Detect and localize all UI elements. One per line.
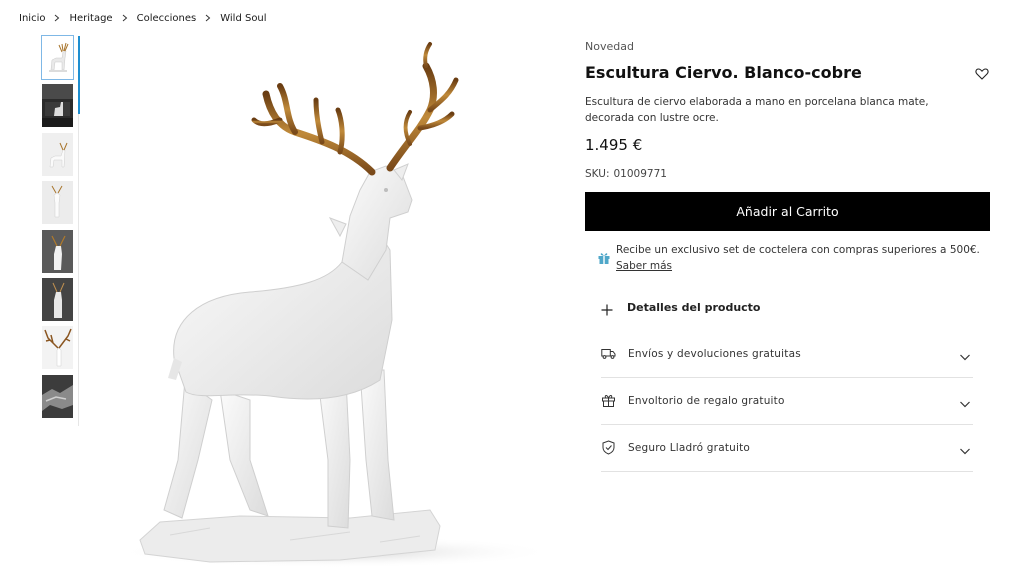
shield-icon — [601, 440, 616, 455]
breadcrumb: Inicio Heritage Colecciones Wild Soul — [19, 12, 267, 24]
accordion-gift-wrap[interactable]: Envoltorio de regalo gratuito — [601, 377, 973, 425]
accordion-shipping-label: Envíos y devoluciones gratuitas — [628, 347, 801, 360]
breadcrumb-wild-soul[interactable]: Wild Soul — [220, 13, 266, 24]
add-to-cart-button[interactable]: Añadir al Carrito — [585, 192, 990, 231]
truck-icon — [601, 346, 616, 361]
product-price: 1.495 € — [585, 136, 643, 154]
product-image[interactable] — [90, 40, 580, 568]
product-details-toggle[interactable]: Detalles del producto — [601, 298, 973, 316]
thumb-antler-detail[interactable] — [42, 326, 73, 369]
thumb-deer-head-dark[interactable] — [42, 278, 73, 321]
thumb-deer-side[interactable] — [42, 133, 73, 176]
thumb-deer-dark-bg[interactable] — [42, 230, 73, 273]
chevron-down-icon — [959, 395, 971, 407]
product-details-label: Detalles del producto — [627, 300, 761, 314]
thumb-white-deer[interactable] — [41, 35, 74, 80]
plus-icon — [601, 301, 613, 316]
gift-icon — [601, 393, 616, 408]
new-badge: Novedad — [585, 40, 634, 53]
sku-label: SKU: — [585, 168, 610, 180]
thumb-deer-front[interactable] — [42, 181, 73, 224]
accordion-gift-wrap-label: Envoltorio de regalo gratuito — [628, 394, 785, 407]
chevron-down-icon — [959, 442, 971, 454]
chevron-right-icon — [120, 12, 130, 24]
gift-icon — [597, 251, 611, 265]
promo-text: Recibe un exclusivo set de coctelera con… — [616, 244, 980, 256]
sku-value: 01009771 — [613, 168, 667, 180]
breadcrumb-colecciones[interactable]: Colecciones — [137, 13, 197, 24]
accordion-shipping[interactable]: Envíos y devoluciones gratuitas — [601, 330, 973, 378]
chevron-down-icon — [959, 348, 971, 360]
thumb-dark-room[interactable] — [42, 84, 73, 127]
promo-learn-more-link[interactable]: Saber más — [616, 258, 672, 274]
chevron-right-icon — [203, 12, 213, 24]
accordion-insurance[interactable]: Seguro Lladró gratuito — [601, 424, 973, 472]
promo-banner: Recibe un exclusivo set de coctelera con… — [597, 242, 987, 274]
breadcrumb-heritage[interactable]: Heritage — [69, 13, 112, 24]
product-description: Escultura de ciervo elaborada a mano en … — [585, 96, 929, 124]
product-sku: SKU: 01009771 — [585, 168, 667, 180]
accordion-insurance-label: Seguro Lladró gratuito — [628, 441, 751, 454]
chevron-right-icon — [52, 12, 62, 24]
thumbnail-scrollbar-thumb[interactable] — [78, 36, 80, 114]
heart-icon[interactable] — [975, 66, 989, 80]
thumb-texture-closeup[interactable] — [42, 375, 73, 418]
product-title: Escultura Ciervo. Blanco-cobre — [585, 63, 862, 82]
breadcrumb-inicio[interactable]: Inicio — [19, 13, 45, 24]
